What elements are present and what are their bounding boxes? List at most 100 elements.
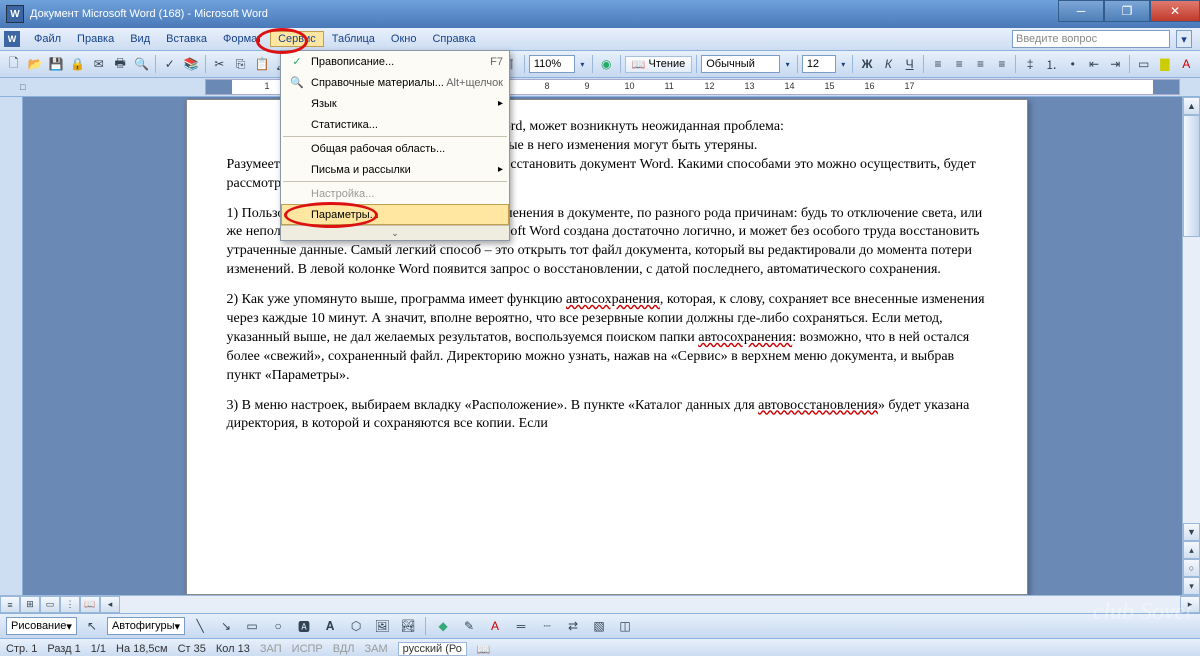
- menuitem-shared-workspace[interactable]: Общая рабочая область...: [281, 138, 509, 159]
- paste-icon[interactable]: 📋: [252, 53, 271, 75]
- autoshapes-button[interactable]: Автофигуры ▾: [107, 617, 185, 635]
- status-language[interactable]: русский (Ро: [398, 642, 467, 656]
- status-ext[interactable]: ВДЛ: [333, 643, 355, 655]
- spellcheck-status-icon[interactable]: 📖: [477, 643, 491, 656]
- help-dropdown-icon[interactable]: ▾: [1176, 30, 1192, 48]
- scroll-track[interactable]: [1183, 115, 1200, 523]
- close-button[interactable]: ✕: [1150, 0, 1200, 22]
- decrease-indent-icon[interactable]: ⇤: [1084, 53, 1103, 75]
- help-icon[interactable]: ◉: [597, 53, 616, 75]
- prev-page-icon[interactable]: ▴: [1183, 541, 1200, 559]
- menu-tools[interactable]: Сервис: [270, 31, 324, 47]
- menuitem-language[interactable]: Язык ▸: [281, 93, 509, 114]
- textbox-icon[interactable]: 🅰: [293, 615, 315, 637]
- numbering-icon[interactable]: ⒈: [1042, 53, 1061, 75]
- arrow-icon[interactable]: ↘: [215, 615, 237, 637]
- fontsize-dropdown-icon[interactable]: ▾: [838, 60, 848, 69]
- rectangle-icon[interactable]: ▭: [241, 615, 263, 637]
- normal-view-icon[interactable]: ≡: [0, 596, 20, 613]
- align-justify-icon[interactable]: ≡: [992, 53, 1011, 75]
- align-center-icon[interactable]: ≡: [950, 53, 969, 75]
- status-ovr[interactable]: ЗАМ: [365, 643, 388, 655]
- fontsize-select[interactable]: 12: [802, 55, 836, 73]
- style-dropdown-icon[interactable]: ▾: [782, 60, 792, 69]
- shadow-icon[interactable]: ▧: [588, 615, 610, 637]
- align-right-icon[interactable]: ≡: [971, 53, 990, 75]
- italic-icon[interactable]: К: [879, 53, 898, 75]
- status-rec[interactable]: ЗАП: [260, 643, 282, 655]
- print-view-icon[interactable]: ▭: [40, 596, 60, 613]
- maximize-button[interactable]: ❐: [1104, 0, 1150, 22]
- research-icon[interactable]: 📚: [181, 53, 200, 75]
- style-select[interactable]: Обычный: [701, 55, 780, 73]
- menuitem-options[interactable]: Параметры...: [281, 204, 509, 225]
- highlight-icon[interactable]: ▇: [1155, 53, 1174, 75]
- cut-icon[interactable]: ✂: [210, 53, 229, 75]
- menu-view[interactable]: Вид: [122, 31, 158, 47]
- next-page-icon[interactable]: ▾: [1183, 577, 1200, 595]
- open-icon[interactable]: 📂: [25, 53, 44, 75]
- mail-icon[interactable]: ✉: [89, 53, 108, 75]
- menu-table[interactable]: Таблица: [324, 31, 383, 47]
- save-icon[interactable]: 💾: [47, 53, 66, 75]
- oval-icon[interactable]: ○: [267, 615, 289, 637]
- select-objects-icon[interactable]: ↖: [81, 615, 103, 637]
- menu-insert[interactable]: Вставка: [158, 31, 215, 47]
- vertical-scrollbar[interactable]: ▲ ▼ ▴ ○ ▾: [1182, 97, 1200, 595]
- permissions-icon[interactable]: 🔒: [68, 53, 87, 75]
- menuitem-spelling[interactable]: ✓ Правописание... F7: [281, 51, 509, 72]
- preview-icon[interactable]: 🔍: [132, 53, 151, 75]
- browse-object-icon[interactable]: ○: [1183, 559, 1200, 577]
- vertical-ruler[interactable]: [0, 97, 23, 595]
- increase-indent-icon[interactable]: ⇥: [1106, 53, 1125, 75]
- menu-edit[interactable]: Правка: [69, 31, 122, 47]
- line-style-icon[interactable]: ═: [510, 615, 532, 637]
- align-left-icon[interactable]: ≡: [928, 53, 947, 75]
- status-trk[interactable]: ИСПР: [292, 643, 323, 655]
- help-search-input[interactable]: Введите вопрос: [1012, 30, 1170, 48]
- scroll-down-icon[interactable]: ▼: [1183, 523, 1200, 541]
- horizontal-scrollbar[interactable]: ≡ ⊞ ▭ ⋮ 📖 ◂ ▸: [0, 595, 1200, 613]
- zoom-input[interactable]: 110%: [529, 55, 575, 73]
- line-spacing-icon[interactable]: ‡: [1020, 53, 1039, 75]
- spellcheck-icon[interactable]: ✓: [160, 53, 179, 75]
- 3d-icon[interactable]: ◫: [614, 615, 636, 637]
- scroll-up-icon[interactable]: ▲: [1183, 97, 1200, 115]
- bold-icon[interactable]: Ж: [857, 53, 876, 75]
- menuitem-wordcount[interactable]: Статистика...: [281, 114, 509, 135]
- diagram-icon[interactable]: ⬡: [345, 615, 367, 637]
- underline-icon[interactable]: Ч: [900, 53, 919, 75]
- line-color-icon[interactable]: ✎: [458, 615, 480, 637]
- document-viewport[interactable]: ах Microsoft Word, может возникнуть неож…: [31, 97, 1182, 595]
- menu-file[interactable]: Файл: [26, 31, 69, 47]
- scroll-thumb[interactable]: [1183, 115, 1200, 237]
- menuitem-letters-mailings[interactable]: Письма и рассылки ▸: [281, 159, 509, 180]
- font-color-icon[interactable]: A: [1177, 53, 1196, 75]
- menu-format[interactable]: Формат: [215, 31, 270, 47]
- minimize-button[interactable]: ─: [1058, 0, 1104, 22]
- dash-style-icon[interactable]: ┈: [536, 615, 558, 637]
- web-view-icon[interactable]: ⊞: [20, 596, 40, 613]
- reading-mode-button[interactable]: 📖 Чтение: [625, 56, 692, 73]
- zoom-dropdown-icon[interactable]: ▾: [577, 60, 587, 69]
- menu-window[interactable]: Окно: [383, 31, 425, 47]
- draw-menu-button[interactable]: Рисование ▾: [6, 617, 77, 635]
- line-icon[interactable]: ╲: [189, 615, 211, 637]
- fill-color-icon[interactable]: ◆: [432, 615, 454, 637]
- wordart-icon[interactable]: 𝐀: [319, 615, 341, 637]
- reading-view-icon[interactable]: 📖: [80, 596, 100, 613]
- outline-view-icon[interactable]: ⋮: [60, 596, 80, 613]
- menuitem-customize[interactable]: Настройка...: [281, 183, 509, 204]
- print-icon[interactable]: 🖶: [110, 53, 129, 75]
- menuitem-research[interactable]: 🔍 Справочные материалы... Alt+щелчок: [281, 72, 509, 93]
- menu-help[interactable]: Справка: [424, 31, 483, 47]
- copy-icon[interactable]: ⎘: [231, 53, 250, 75]
- font-color-draw-icon[interactable]: A: [484, 615, 506, 637]
- borders-icon[interactable]: ▭: [1134, 53, 1153, 75]
- picture-icon[interactable]: 🏞: [397, 615, 419, 637]
- new-icon[interactable]: 🗋: [4, 53, 23, 75]
- scroll-left-icon[interactable]: ◂: [100, 596, 120, 613]
- expand-menu-icon[interactable]: ⌄: [281, 225, 509, 240]
- bullets-icon[interactable]: •: [1063, 53, 1082, 75]
- scroll-right-icon[interactable]: ▸: [1180, 596, 1200, 613]
